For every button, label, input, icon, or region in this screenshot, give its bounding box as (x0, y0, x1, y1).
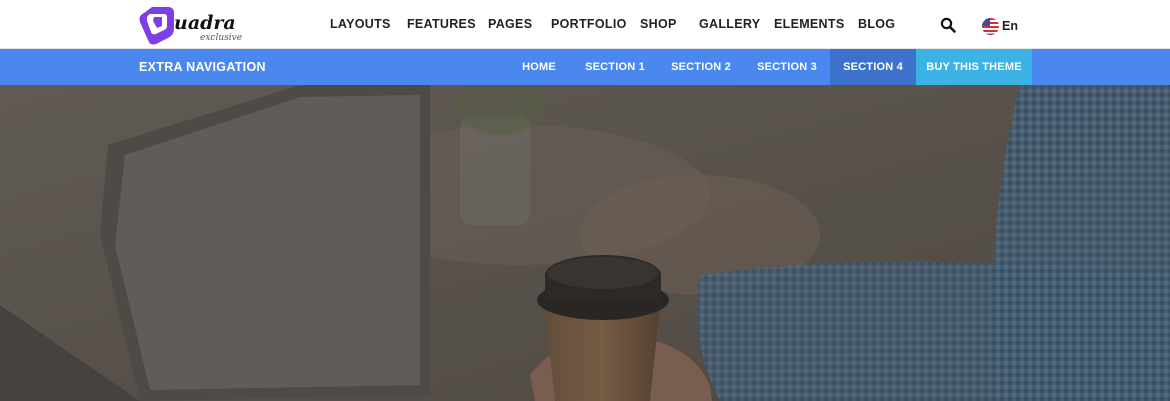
hero-image (0, 85, 1170, 401)
subnav-item-section-1[interactable]: SECTION 1 (573, 49, 657, 85)
language-selector[interactable]: En (982, 17, 1018, 35)
nav-item-shop[interactable]: SHOP (640, 17, 677, 31)
nav-item-elements[interactable]: ELEMENTS (774, 17, 844, 31)
nav-item-features[interactable]: FEATURES (407, 17, 476, 31)
nav-item-blog[interactable]: BLOG (858, 17, 895, 31)
nav-item-gallery[interactable]: GALLERY (699, 17, 760, 31)
subnav-item-section-3[interactable]: SECTION 3 (745, 49, 829, 85)
extra-navigation-bar: EXTRA NAVIGATION HOME SECTION 1 SECTION … (0, 49, 1170, 85)
nav-item-pages[interactable]: PAGES (488, 17, 532, 31)
extra-navigation-title: EXTRA NAVIGATION (139, 60, 266, 74)
subnav-item-home[interactable]: HOME (507, 49, 571, 85)
nav-item-portfolio[interactable]: PORTFOLIO (551, 17, 627, 31)
language-label: En (1002, 19, 1018, 33)
subnav-item-section-2[interactable]: SECTION 2 (659, 49, 743, 85)
search-icon (940, 17, 956, 33)
subnav-item-section-4[interactable]: SECTION 4 (830, 49, 916, 85)
buy-theme-button[interactable]: BUY THIS THEME (916, 49, 1032, 85)
search-button[interactable] (940, 17, 956, 33)
us-flag-icon (982, 17, 999, 35)
site-header: uadra exclusive LAYOUTS FEATURES PAGES P… (0, 0, 1170, 49)
nav-item-layouts[interactable]: LAYOUTS (330, 17, 391, 31)
